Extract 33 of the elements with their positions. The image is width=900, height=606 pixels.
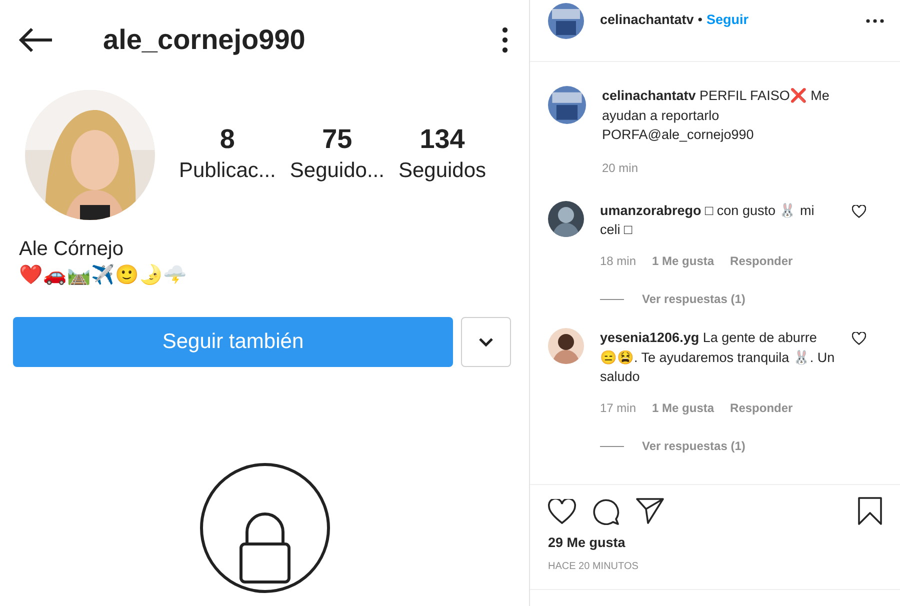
bookmark-icon[interactable] <box>858 497 882 525</box>
like-icon[interactable] <box>548 498 576 524</box>
profile-bio: ❤🚗🛤✈🙂🌛🌩 <box>19 264 188 288</box>
more-options-icon[interactable] <box>501 27 509 53</box>
profile-username: ale_cornejo990 <box>103 23 306 57</box>
author-link[interactable]: yesenia1206.yg <box>600 330 700 346</box>
stat-label[interactable]: Seguidos <box>398 155 486 187</box>
stat-count: 75 <box>321 123 354 156</box>
post-author[interactable]: celinachantatv <box>600 10 694 31</box>
separator-dot: • <box>698 11 703 30</box>
likes-count[interactable]: 29 Me gusta <box>548 533 882 554</box>
like-icon[interactable] <box>852 332 866 346</box>
author-link[interactable]: celinachantatv <box>602 88 696 103</box>
comment-time: 17 min <box>600 400 636 417</box>
stat-label[interactable]: Seguido... <box>290 155 384 187</box>
stat-count: 134 <box>418 123 466 156</box>
chevron-down-icon <box>478 336 494 347</box>
post-timestamp: HACE 20 MINUTOS <box>548 560 640 574</box>
stat-label[interactable]: Publicac... <box>179 155 276 187</box>
comment-icon[interactable] <box>592 497 620 525</box>
caption-time: 20 min <box>602 160 640 177</box>
lock-icon <box>200 462 330 593</box>
profile-name: Ale Córnejo <box>19 237 125 262</box>
caption-text: celinachantatv PERFIL FAISO❌ Me ayudan a reportarlo PORFA@ale_cornejo990 <box>602 87 830 144</box>
share-icon[interactable] <box>636 498 664 524</box>
comment-text: yesenia1206.yg La gente de aburre 😑😫. Te ayudaremos tranquila 🐰. Un saludo <box>600 329 836 386</box>
like-icon[interactable] <box>852 204 866 218</box>
back-arrow-icon[interactable] <box>18 27 54 53</box>
comment-text: umanzorabrego □ con gusto 🐰 mi celi □ <box>600 202 816 240</box>
author-link[interactable]: umanzorabrego <box>600 202 702 218</box>
more-options-icon[interactable] <box>866 18 884 22</box>
comment-time: 18 min <box>600 252 636 270</box>
stat-count: 8 <box>218 123 236 156</box>
